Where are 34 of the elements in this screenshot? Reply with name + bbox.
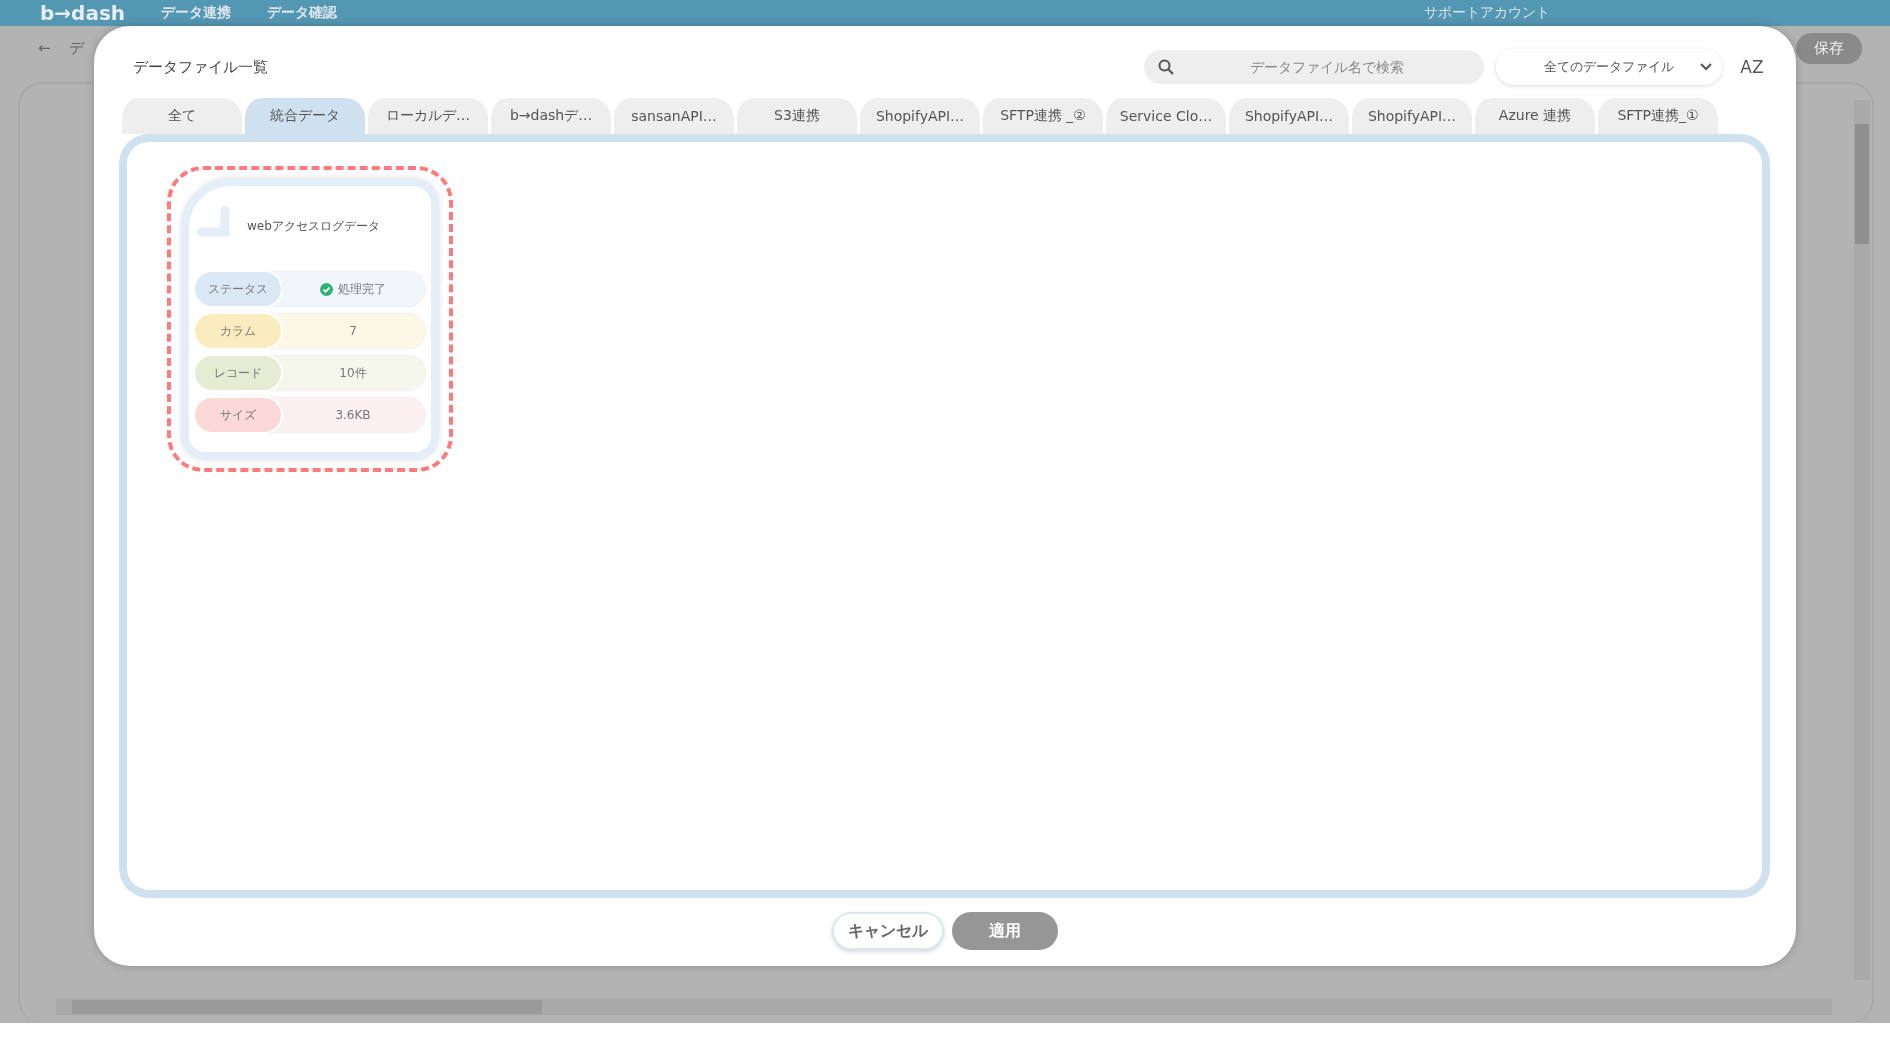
file-name: webアクセスログデータ: [247, 217, 380, 235]
chevron-down-icon: [1700, 63, 1712, 71]
tab[interactable]: ローカルデ…: [365, 98, 488, 134]
vertical-scrollbar[interactable]: [1854, 100, 1870, 980]
row-value: 3.6KB: [334, 407, 372, 424]
row-value: 7: [348, 323, 358, 340]
file-card[interactable]: webアクセスログデータ ステータス 処理完了 カラム 7 レコード 10件 サイズ 3.6KB: [167, 166, 453, 472]
tab[interactable]: SFTP連携 _②: [980, 98, 1103, 134]
tab[interactable]: 全て: [119, 98, 242, 134]
breadcrumb: デ: [68, 38, 84, 58]
row-value: 処理完了: [281, 272, 425, 306]
row-label: ステータス: [195, 272, 281, 306]
row-value: 10件: [338, 364, 368, 382]
row-label: レコード: [195, 356, 281, 390]
tab[interactable]: Service Clo…: [1103, 98, 1226, 134]
file-filter-dropdown[interactable]: 全てのデータファイル: [1496, 49, 1722, 85]
dialog-title: データファイル一覧: [133, 57, 268, 77]
search-field[interactable]: データファイル名で検索: [1144, 50, 1484, 84]
row-label: サイズ: [195, 398, 281, 432]
tab[interactable]: ShopifyAPI…: [857, 98, 980, 134]
tab[interactable]: S3連携: [734, 98, 857, 134]
search-icon: [1158, 59, 1174, 75]
tab[interactable]: 統合データ: [242, 98, 365, 134]
check-circle-icon: [320, 282, 333, 296]
tab[interactable]: ShopifyAPI…: [1226, 98, 1349, 134]
tab[interactable]: SFTP連携_①: [1595, 98, 1718, 134]
tab[interactable]: Azure 連携: [1472, 98, 1595, 134]
cancel-button[interactable]: キャンセル: [831, 912, 944, 950]
row-label: カラム: [195, 314, 281, 348]
tab[interactable]: sansanAPI…: [611, 98, 734, 134]
sort-button[interactable]: AZ: [1734, 57, 1770, 77]
tab[interactable]: b→dashデ…: [488, 98, 611, 134]
horizontal-scrollbar[interactable]: [56, 999, 1832, 1015]
tab[interactable]: ShopifyAPI…: [1349, 98, 1472, 134]
